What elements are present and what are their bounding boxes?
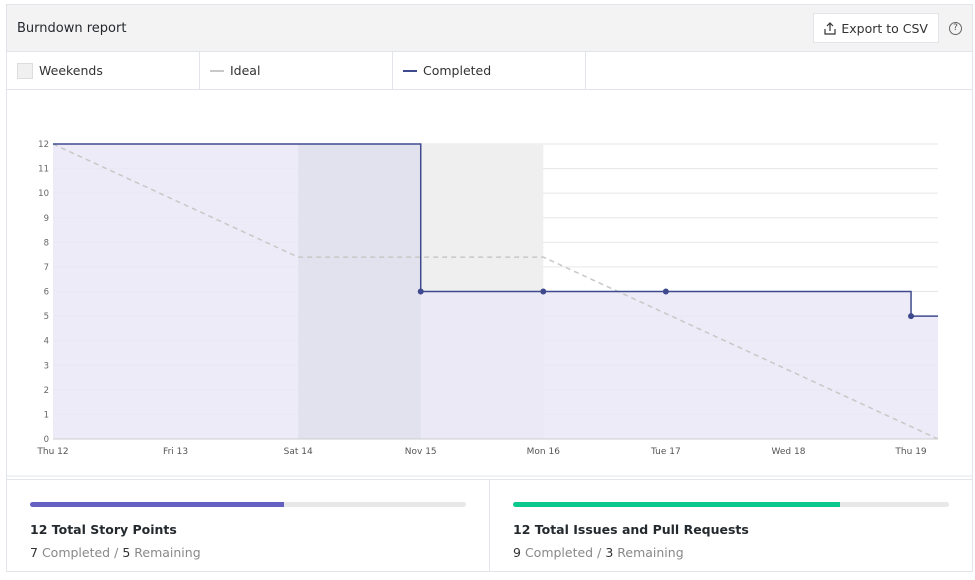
export-csv-button[interactable]: Export to CSV <box>813 13 939 43</box>
y-tick-label: 1 <box>44 410 49 420</box>
y-tick-label: 10 <box>38 189 49 199</box>
weekend-swatch <box>17 62 33 79</box>
question-circle-icon[interactable]: ? <box>949 21 962 35</box>
y-tick-label: 2 <box>44 386 49 396</box>
legend: Weekends Ideal Completed <box>7 52 972 90</box>
y-tick-label: 11 <box>38 165 49 175</box>
upload-icon <box>824 21 836 35</box>
y-tick-label: 6 <box>44 288 49 298</box>
x-tick-label: Sat 14 <box>284 447 313 457</box>
legend-label: Completed <box>423 63 492 78</box>
legend-completed[interactable]: Completed <box>393 52 586 89</box>
issues-stat: 12 Total Issues and Pull Requests 9 Comp… <box>489 480 972 572</box>
x-tick-label: Thu 19 <box>894 447 926 457</box>
export-label: Export to CSV <box>841 20 928 36</box>
y-tick-label: 5 <box>44 312 49 322</box>
page-title: Burndown report <box>17 20 127 36</box>
issues-progress <box>513 502 949 507</box>
progress-fill <box>513 502 840 507</box>
x-tick-label: Wed 18 <box>771 447 805 457</box>
story-points-progress <box>30 502 466 507</box>
stat-title: 12 Total Story Points <box>30 522 177 537</box>
completed-marker <box>908 313 915 320</box>
stat-title: 12 Total Issues and Pull Requests <box>513 522 749 537</box>
burndown-panel: Burndown report Export to CSV ? Weekends… <box>6 4 973 572</box>
completed-marker <box>662 288 669 295</box>
x-tick-label: Fri 13 <box>163 447 188 457</box>
completed-marker <box>540 288 547 295</box>
y-tick-label: 8 <box>44 238 49 248</box>
completed-marker <box>417 288 424 295</box>
legend-ideal[interactable]: Ideal <box>200 52 393 89</box>
legend-label: Ideal <box>230 63 261 78</box>
x-tick-label: Nov 15 <box>405 447 437 457</box>
story-points-stat: 12 Total Story Points 7 Completed / 5 Re… <box>7 480 489 572</box>
header: Burndown report Export to CSV ? <box>7 5 972 52</box>
ideal-swatch <box>210 69 224 72</box>
x-tick-label: Tue 17 <box>650 447 681 457</box>
y-tick-label: 0 <box>44 435 49 445</box>
weekend-overlap <box>298 144 421 439</box>
burndown-chart: 0123456789101112Thu 12 Fri 13 Sat 14 Nov 15… <box>7 140 972 477</box>
stats: 12 Total Story Points 7 Completed / 5 Re… <box>7 479 972 572</box>
legend-weekends[interactable]: Weekends <box>7 52 200 89</box>
y-tick-label: 3 <box>44 361 49 371</box>
legend-label: Weekends <box>39 63 103 78</box>
x-tick-label: Thu 12 <box>36 447 68 457</box>
stat-summary: 7 Completed / 5 Remaining <box>30 545 201 560</box>
progress-fill <box>30 502 285 507</box>
y-tick-label: 12 <box>38 140 49 150</box>
x-tick-label: Mon 16 <box>527 447 561 457</box>
y-tick-label: 4 <box>44 337 49 347</box>
stat-summary: 9 Completed / 3 Remaining <box>513 545 684 560</box>
y-tick-label: 9 <box>44 214 49 224</box>
y-tick-label: 7 <box>44 263 49 273</box>
completed-swatch <box>403 69 417 72</box>
